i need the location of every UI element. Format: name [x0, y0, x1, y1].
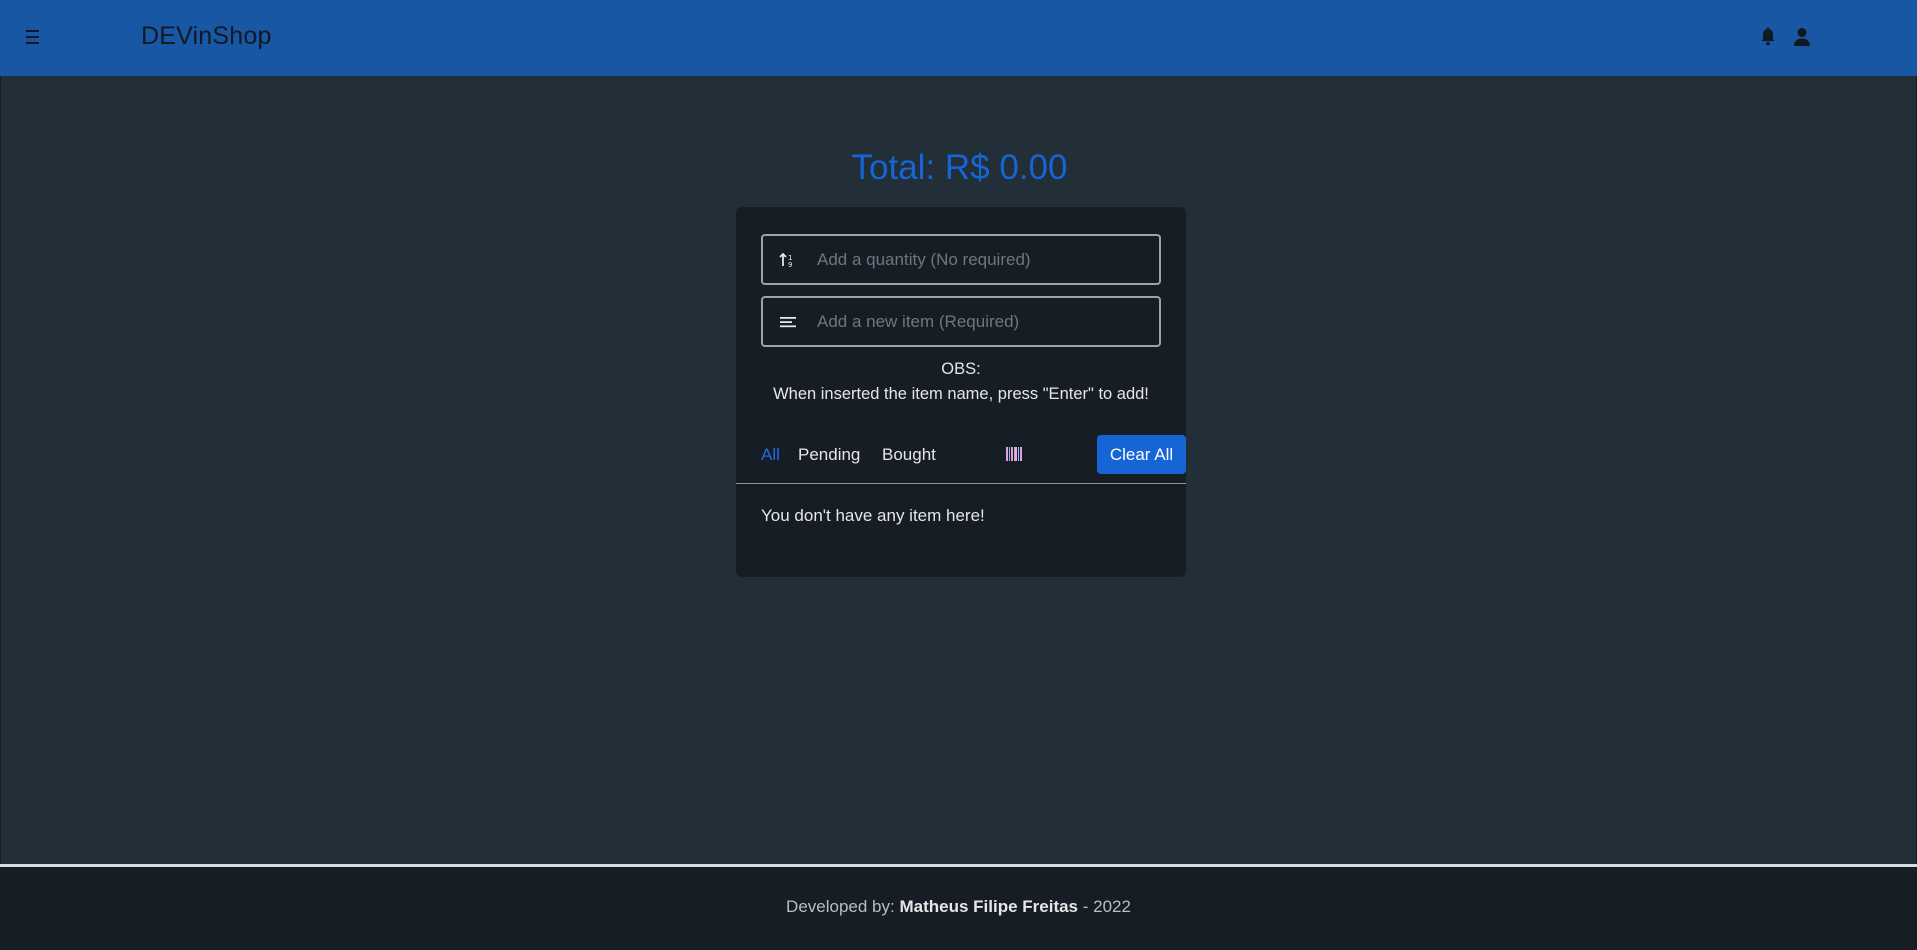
total-amount: Total: R$ 0.00	[851, 148, 1068, 187]
main-content: Total: R$ 0.00 1 9 OBS:	[0, 76, 1917, 864]
list-divider	[736, 483, 1186, 484]
footer-prefix: Developed by:	[786, 897, 895, 916]
user-icon[interactable]	[1792, 26, 1812, 48]
sort-numeric-icon: 1 9	[763, 252, 813, 268]
clear-all-button[interactable]: Clear All	[1097, 435, 1186, 474]
empty-list-message: You don't have any item here!	[761, 506, 985, 525]
bell-icon[interactable]	[1759, 27, 1777, 47]
tab-bought[interactable]: Bought	[882, 435, 936, 475]
shopping-list-card: 1 9 OBS: When inserted the item name, pr…	[736, 207, 1186, 577]
quantity-input[interactable]	[813, 236, 1159, 283]
brand-title: DEVinShop	[141, 22, 272, 50]
item-input[interactable]	[813, 298, 1159, 345]
tab-all[interactable]: All	[761, 435, 780, 475]
item-field-wrapper	[761, 296, 1161, 347]
page-footer: Developed by: Matheus Filipe Freitas - 2…	[0, 864, 1917, 950]
filter-tabs: All Pending Bought Clear All	[761, 435, 1186, 475]
footer-credits: Developed by: Matheus Filipe Freitas - 2…	[0, 897, 1917, 917]
barcode-icon[interactable]	[1006, 447, 1022, 461]
quantity-field-wrapper: 1 9	[761, 234, 1161, 285]
lines-icon	[763, 315, 813, 329]
top-app-bar: DEVinShop	[0, 0, 1917, 76]
footer-suffix: - 2022	[1082, 897, 1131, 916]
obs-hint: When inserted the item name, press "Ente…	[773, 385, 1149, 403]
footer-author: Matheus Filipe Freitas	[899, 897, 1079, 916]
tab-pending[interactable]: Pending	[798, 435, 860, 475]
hamburger-menu-icon[interactable]	[22, 26, 42, 48]
svg-text:9: 9	[788, 261, 792, 268]
obs-title: OBS:	[941, 360, 981, 378]
